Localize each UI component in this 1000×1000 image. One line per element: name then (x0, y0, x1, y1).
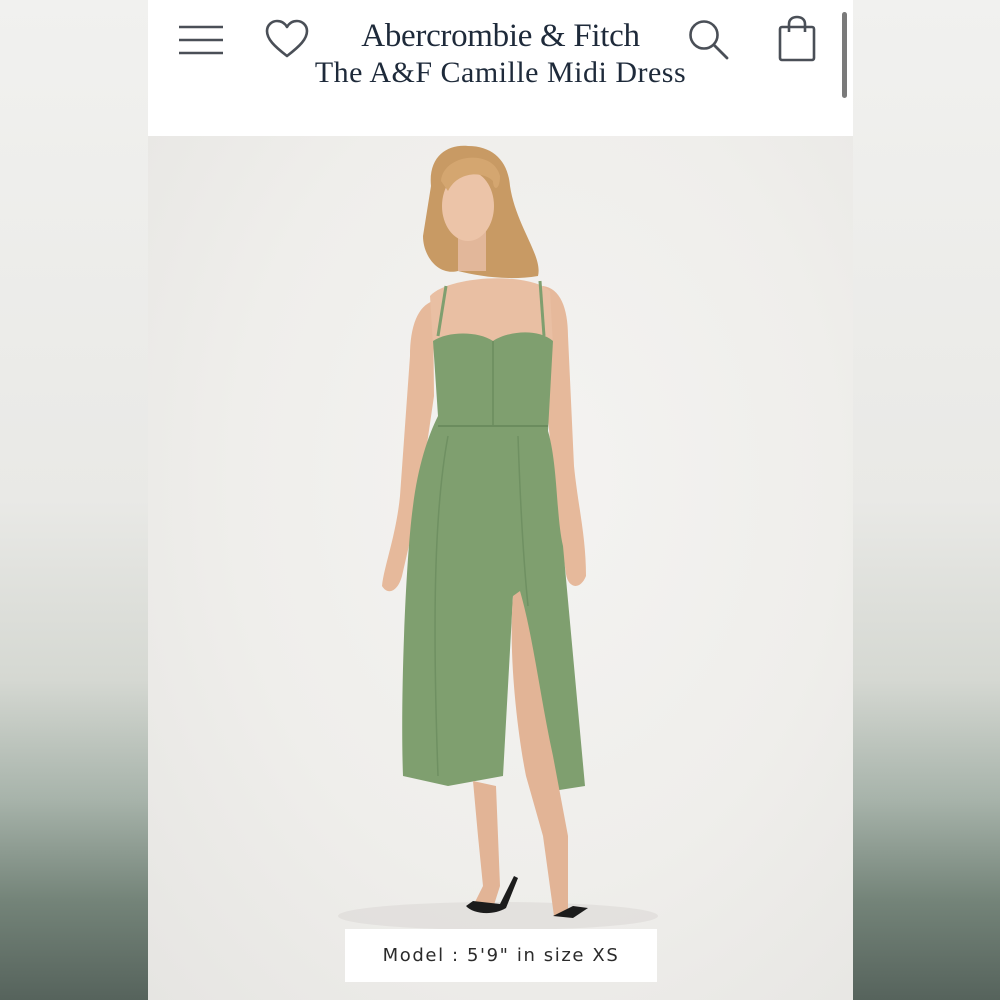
shopping-bag-button[interactable] (772, 14, 822, 64)
product-title: The A&F Camille Midi Dress (148, 58, 853, 94)
product-image[interactable]: Model : 5'9" in size XS (148, 136, 853, 1000)
wishlist-button[interactable] (262, 14, 312, 64)
menu-button[interactable] (176, 14, 226, 64)
product-title-text: The A&F Camille Midi Dress (314, 58, 687, 89)
right-backdrop (853, 0, 1000, 1000)
model-size-caption: Model : 5'9" in size XS (345, 929, 657, 982)
brand-logo[interactable]: Abercrombie & Fitch (348, 14, 653, 58)
menu-icon (179, 25, 223, 55)
heart-icon (265, 19, 309, 58)
search-button[interactable] (683, 14, 733, 64)
site-header: Abercrombie & Fitch The A&F Camille Midi… (148, 0, 853, 136)
search-icon (689, 20, 729, 60)
model-photo-illustration (338, 145, 658, 930)
scrollbar[interactable] (842, 12, 847, 98)
left-backdrop (0, 0, 148, 1000)
mobile-screen: Abercrombie & Fitch The A&F Camille Midi… (148, 0, 853, 1000)
shopping-bag-icon (778, 15, 816, 62)
